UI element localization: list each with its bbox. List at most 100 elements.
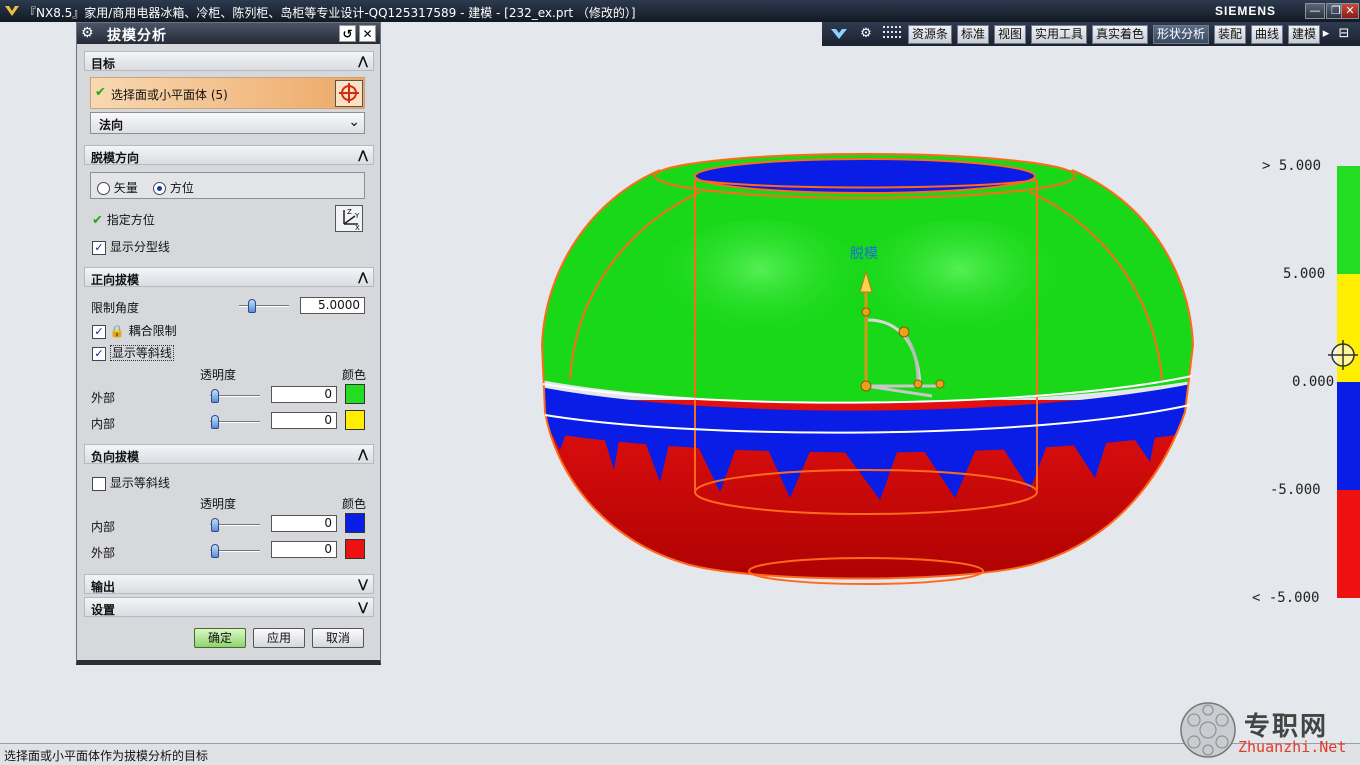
tab-view[interactable]: 视图 (994, 25, 1027, 44)
tab-assembly[interactable]: 装配 (1214, 25, 1247, 44)
pos-outside-label: 外部 (91, 391, 116, 405)
show-isoclines-neg-row[interactable]: 显示等斜线 (92, 474, 170, 491)
grid-icon[interactable] (880, 25, 906, 43)
status-text: 选择面或小平面体作为拔模分析的目标 (4, 749, 209, 763)
pos-inside-transparency-slider[interactable] (210, 415, 260, 429)
collapse-icon[interactable]: ⋀ (355, 268, 371, 286)
pos-outside-transparency-slider[interactable] (210, 389, 260, 403)
show-parting-line-row[interactable]: ✓ 显示分型线 (92, 238, 170, 255)
pos-outside-color-swatch[interactable] (345, 384, 365, 404)
collapse-icon[interactable]: ⋀ (355, 445, 371, 463)
slider-thumb[interactable] (211, 389, 219, 403)
limit-angle-slider[interactable] (239, 299, 289, 313)
tab-true-shading[interactable]: 真实着色 (1092, 25, 1149, 44)
show-isoclines-neg-label: 显示等斜线 (109, 476, 170, 490)
mode-dropdown[interactable]: 法向 ⌄ (90, 112, 365, 134)
svg-text:X: X (355, 224, 360, 231)
tab-shape-analysis[interactable]: 形状分析 (1153, 25, 1210, 44)
draft-analysis-body[interactable] (530, 150, 1210, 600)
expand-icon[interactable]: ⋁ (355, 598, 371, 616)
tab-curve[interactable]: 曲线 (1251, 25, 1284, 44)
section-negative-draft-label: 负向拔模 (91, 450, 140, 464)
radio-orientation[interactable]: 方位 (153, 179, 194, 196)
more-tabs-icon[interactable]: ▸ (1320, 25, 1332, 43)
legend-label-min: < -5.000 (1252, 590, 1320, 606)
legend-band-positive-outside (1337, 166, 1360, 274)
tab-resource-bar[interactable]: 资源条 (908, 25, 953, 44)
neg-inside-label: 内部 (91, 520, 116, 534)
check-icon: ✔ (92, 213, 103, 228)
nx-app-icon[interactable] (828, 25, 850, 43)
pos-inside-color-swatch[interactable] (345, 410, 365, 430)
chevron-down-icon: ⌄ (348, 114, 360, 130)
show-parting-line-checkbox[interactable]: ✓ (92, 240, 106, 255)
toolbar-options-icon[interactable]: ⊟ (1334, 25, 1354, 43)
neg-inside-transparency-input[interactable]: 0 (271, 515, 337, 532)
watermark: 专职网 Zhuanzhi.Net (1178, 700, 1360, 762)
neg-inside-color-swatch[interactable] (345, 513, 365, 533)
tab-standard[interactable]: 标准 (957, 25, 990, 44)
show-isoclines-pos-row[interactable]: ✓ 显示等斜线 (92, 344, 174, 361)
section-settings[interactable]: 设置 ⋁ (84, 597, 374, 617)
radio-vector-button[interactable] (97, 182, 110, 195)
collapse-icon[interactable]: ⋀ (355, 146, 371, 164)
radio-vector[interactable]: 矢量 (97, 179, 138, 196)
reset-button[interactable]: ↺ (339, 25, 356, 42)
select-target-button[interactable] (335, 80, 363, 107)
dialog-close-button[interactable]: ✕ (359, 25, 376, 42)
tab-utilities[interactable]: 实用工具 (1031, 25, 1088, 44)
section-positive-draft[interactable]: 正向拔模 ⋀ (84, 267, 374, 287)
show-isoclines-pos-checkbox[interactable]: ✓ (92, 346, 106, 361)
section-draft-direction-label: 脱模方向 (91, 151, 140, 165)
specify-orientation-label: 指定方位 (106, 213, 155, 227)
legend-band-negative-outside (1337, 490, 1360, 598)
tab-modeling[interactable]: 建模 (1288, 25, 1321, 44)
direction-radio-group: 矢量 方位 (90, 172, 365, 199)
section-settings-label: 设置 (91, 603, 116, 617)
specify-orientation-row: ✔ 指定方位 (92, 211, 155, 228)
coupled-limit-row[interactable]: ✓ 🔒 耦合限制 (92, 322, 177, 339)
draft-analysis-dialog: ⚙ 拔模分析 ↺ ✕ 目标 ⋀ ✔ 选择面或小平面体 (5) 法向 ⌄ 脱模方向… (76, 22, 381, 665)
cancel-button[interactable]: 取消 (312, 628, 364, 648)
section-output[interactable]: 输出 ⋁ (84, 574, 374, 594)
legend-label-pos: 5.000 (1283, 266, 1326, 282)
section-negative-draft[interactable]: 负向拔模 ⋀ (84, 444, 374, 464)
neg-inside-transparency-slider[interactable] (210, 518, 260, 532)
slider-thumb[interactable] (211, 518, 219, 532)
limit-angle-input[interactable]: 5.0000 (300, 297, 365, 314)
radio-orientation-label: 方位 (169, 181, 194, 195)
dialog-gear-icon[interactable]: ⚙ (81, 25, 94, 41)
collapse-icon[interactable]: ⋀ (355, 52, 371, 70)
slider-thumb[interactable] (248, 299, 256, 313)
show-isoclines-pos-label: 显示等斜线 (109, 345, 174, 361)
csys-dialog-button[interactable]: Z Y X (335, 205, 363, 232)
apply-button[interactable]: 应用 (253, 628, 305, 648)
select-face-row[interactable]: ✔ 选择面或小平面体 (5) (90, 77, 365, 109)
dialog-header: ⚙ 拔模分析 ↺ ✕ (77, 23, 380, 44)
slider-thumb[interactable] (211, 544, 219, 558)
close-window-button[interactable]: ✕ (1341, 3, 1359, 19)
section-target[interactable]: 目标 ⋀ (84, 51, 374, 71)
pos-outside-transparency-input[interactable]: 0 (271, 386, 337, 403)
ribbon-toolbar: ⚙ 资源条 标准 视图 实用工具 真实着色 形状分析 装配 曲线 建模 ▸ ⊟ (822, 22, 1360, 46)
expand-icon[interactable]: ⋁ (355, 575, 371, 593)
pos-inside-label: 内部 (91, 417, 116, 431)
ok-button[interactable]: 确定 (194, 628, 246, 648)
neg-outside-transparency-input[interactable]: 0 (271, 541, 337, 558)
gear-icon[interactable]: ⚙ (855, 25, 877, 43)
coupled-limit-checkbox[interactable]: ✓ (92, 324, 106, 339)
neg-outside-label: 外部 (91, 546, 116, 560)
minimize-button[interactable]: — (1305, 3, 1325, 19)
neg-outside-transparency-slider[interactable] (210, 544, 260, 558)
neg-outside-color-swatch[interactable] (345, 539, 365, 559)
color-header: 颜色 (342, 368, 367, 382)
pos-inside-transparency-input[interactable]: 0 (271, 412, 337, 429)
show-isoclines-neg-checkbox[interactable] (92, 476, 106, 491)
radio-orientation-button[interactable] (153, 182, 166, 195)
slider-thumb[interactable] (211, 415, 219, 429)
section-draft-direction[interactable]: 脱模方向 ⋀ (84, 145, 374, 165)
nx-logo-icon (5, 6, 19, 16)
svg-text:Y: Y (354, 212, 360, 220)
window-title: 『NX8.5』家用/商用电器冰箱、冷柜、陈列柜、岛柜等专业设计-QQ125317… (24, 6, 636, 20)
crosshair-icon (339, 83, 359, 103)
